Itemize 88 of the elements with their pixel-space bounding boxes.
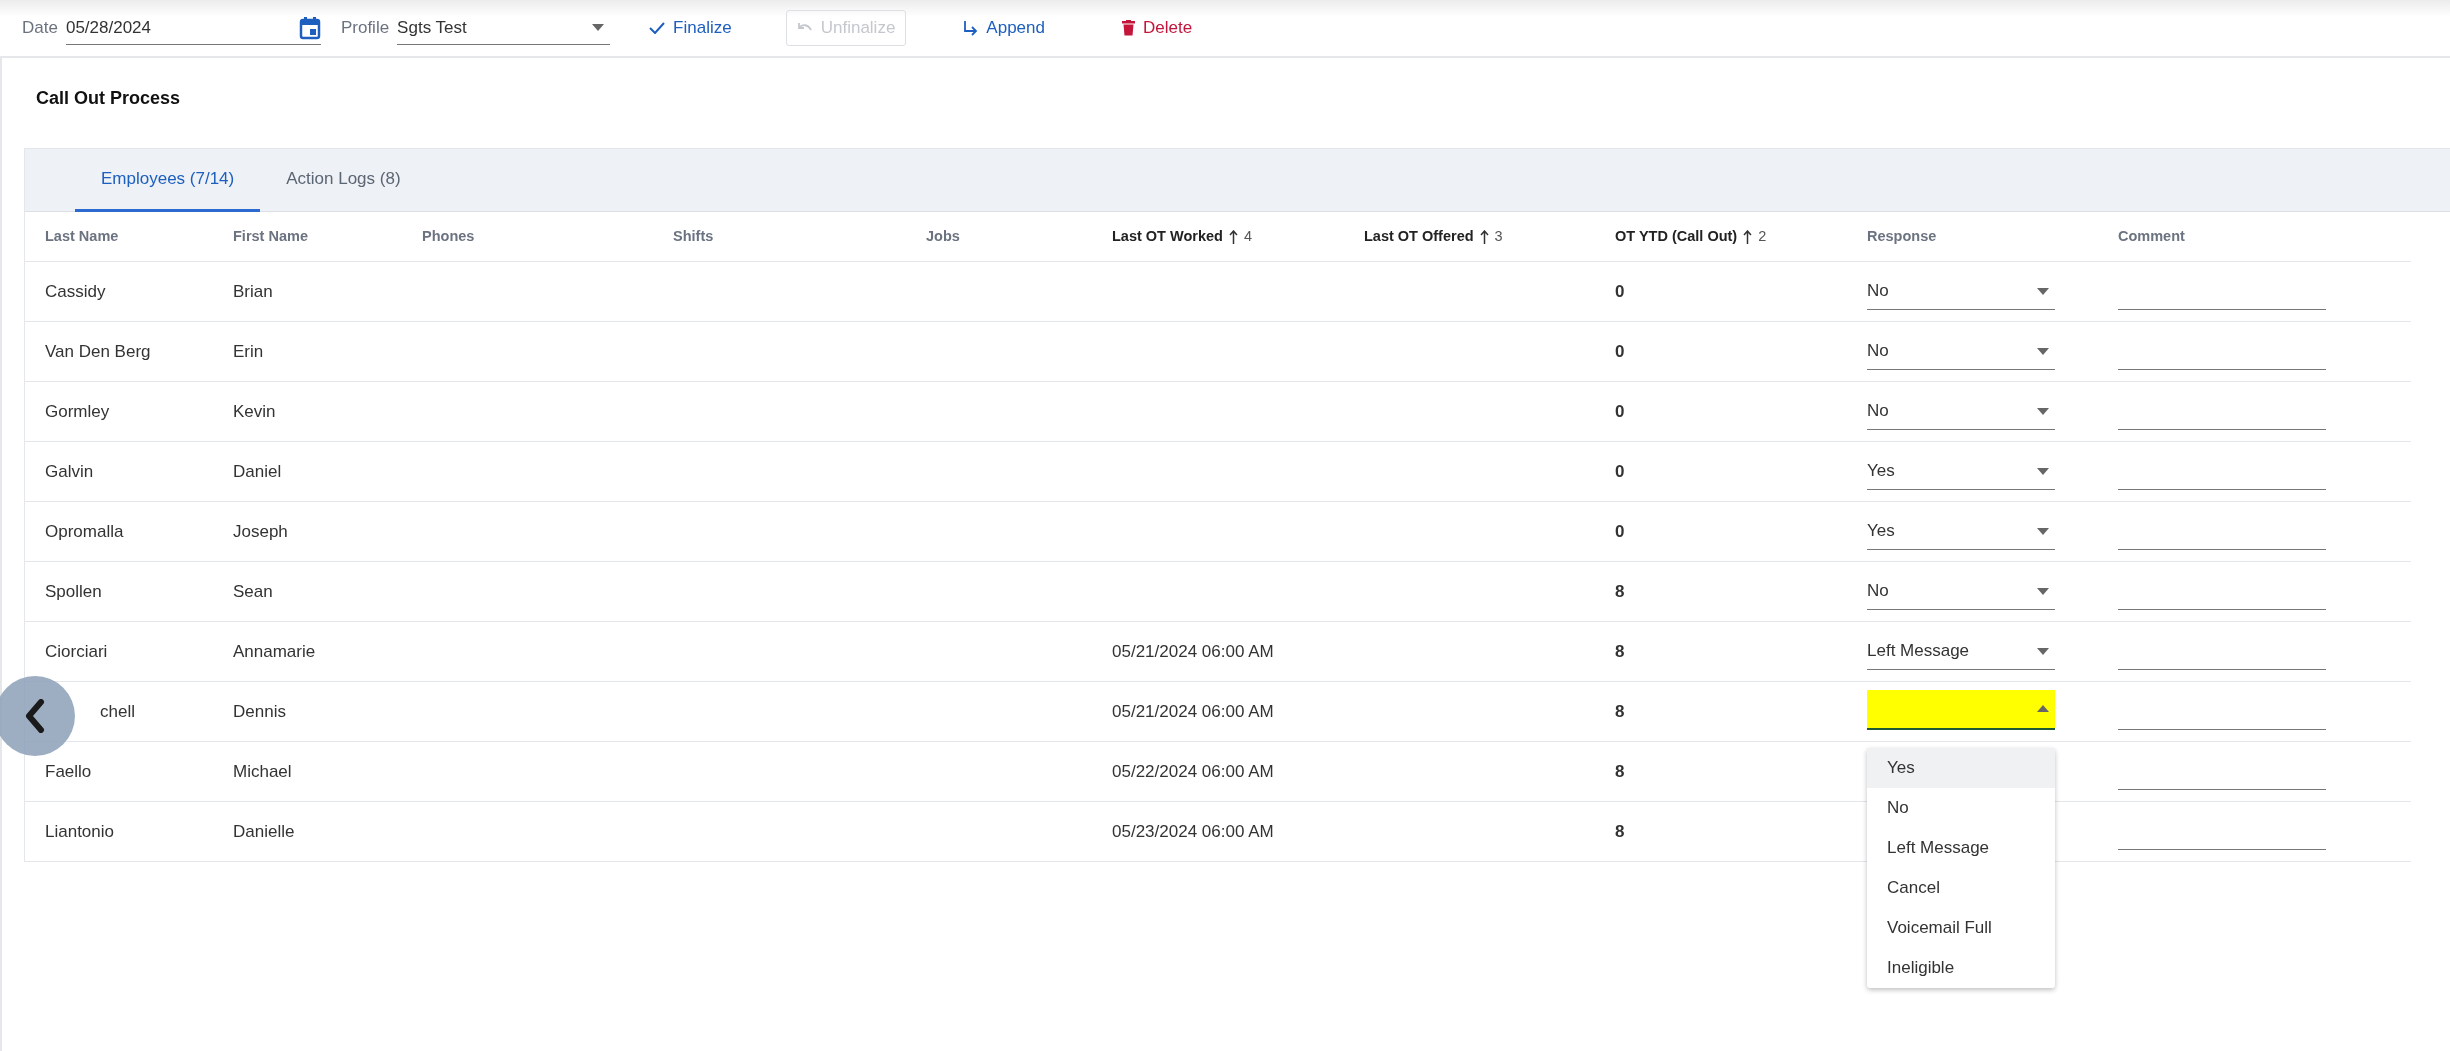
column-header[interactable]: Jobs (926, 225, 960, 248)
page-title: Call Out Process (35, 87, 182, 110)
sort-arrow-icon (1479, 229, 1489, 244)
response-select[interactable]: Left Message (1867, 633, 2055, 670)
last-name: chell (100, 701, 135, 721)
hours-value: 8 (1615, 581, 1625, 601)
menu-option[interactable]: Voicemail Full (1867, 907, 2055, 948)
date-label: Date (22, 17, 58, 40)
caret-icon (2037, 287, 2049, 295)
sort-arrow-icon (1228, 229, 1238, 244)
response-select[interactable]: No (1867, 573, 2055, 610)
column-header[interactable]: Shifts (673, 225, 714, 248)
first-name: Joseph (233, 521, 288, 541)
sort-arrow-icon (1743, 229, 1753, 244)
first-name: Dennis (233, 701, 286, 721)
last-name: Spollen (45, 581, 102, 601)
response-select[interactable]: Yes (1867, 513, 2055, 550)
response-select[interactable] (1867, 689, 2055, 730)
column-header[interactable]: Last OT Offered (1364, 225, 1474, 248)
last-name: Galvin (45, 461, 94, 481)
first-name: Daniel (233, 461, 282, 481)
response-select[interactable]: No (1867, 393, 2055, 430)
caret-icon (2037, 587, 2049, 595)
response-select[interactable]: Yes (1867, 453, 2055, 490)
first-name: Erin (233, 341, 264, 361)
chevron-left-icon (25, 699, 45, 733)
column-header[interactable]: First Name (233, 225, 308, 248)
last-name: Opromalla (45, 521, 124, 541)
sort-rank: 4 (1243, 226, 1252, 246)
hours-value: 0 (1615, 281, 1625, 301)
menu-option[interactable]: No (1867, 787, 2055, 828)
check-icon (649, 22, 666, 34)
trash-icon (1122, 20, 1135, 36)
date-time: 05/23/2024 06:00 AM (1112, 821, 1274, 841)
column-header[interactable]: Response (1867, 225, 1937, 248)
first-name: Michael (233, 761, 292, 781)
column-header[interactable]: OT YTD (Call Out) (1615, 225, 1738, 248)
caret-icon (2037, 407, 2049, 415)
hours-value: 0 (1615, 461, 1625, 481)
menu-option[interactable]: Cancel (1867, 867, 2055, 908)
caret-icon (2037, 347, 2049, 355)
first-name: Sean (233, 581, 273, 601)
column-header[interactable]: Last OT Worked (1112, 225, 1223, 248)
last-name: Van Den Berg (45, 341, 151, 361)
first-name: Kevin (233, 401, 276, 421)
date-time: 05/21/2024 06:00 AM (1112, 701, 1274, 721)
hours-value: 0 (1615, 341, 1625, 361)
sort-rank: 2 (1758, 226, 1767, 246)
caret-icon (2037, 647, 2049, 655)
hours-value: 8 (1615, 821, 1625, 841)
column-header[interactable]: Comment (2118, 225, 2185, 248)
caret-up-icon (2037, 705, 2049, 712)
caret-icon (2037, 467, 2049, 475)
last-name: Gormley (45, 401, 110, 421)
caret-icon (2037, 527, 2049, 535)
response-select[interactable]: No (1867, 333, 2055, 370)
menu-option[interactable]: Left Message (1867, 827, 2055, 868)
first-name: Annamarie (233, 641, 316, 661)
calendar-icon[interactable] (298, 15, 321, 40)
date-time: 05/21/2024 06:00 AM (1112, 641, 1274, 661)
tab[interactable]: Action Logs (8) (260, 149, 427, 212)
tab[interactable]: Employees (7/14) (75, 149, 261, 212)
sort-rank: 3 (1494, 226, 1503, 246)
first-name: Brian (233, 281, 273, 301)
last-name: Cassidy (45, 281, 106, 301)
hours-value: 0 (1615, 401, 1625, 421)
last-name: Liantonio (45, 821, 114, 841)
hours-value: 8 (1615, 701, 1625, 721)
return-arrow-icon (962, 20, 979, 36)
hours-value: 8 (1615, 761, 1625, 781)
caret-icon (592, 24, 605, 31)
hours-value: 0 (1615, 521, 1625, 541)
profile-label: Profile (340, 17, 390, 40)
last-name: Faello (45, 761, 92, 781)
last-name: Ciorciari (45, 641, 108, 661)
finalize-button[interactable]: Finalize (638, 10, 743, 46)
profile-select[interactable]: Sgts Test (397, 11, 611, 45)
append-button[interactable]: Append (951, 10, 1056, 46)
response-select[interactable]: No (1867, 273, 2055, 310)
first-name: Danielle (233, 821, 295, 841)
menu-option[interactable]: Ineligible (1867, 947, 2055, 988)
date-field[interactable]: 05/28/2024 (65, 11, 321, 45)
menu-option[interactable]: Yes (1867, 747, 2055, 788)
column-header[interactable]: Phones (422, 225, 475, 248)
hours-value: 8 (1615, 641, 1625, 661)
column-header[interactable]: Last Name (45, 225, 119, 248)
delete-button[interactable]: Delete (1111, 10, 1204, 46)
date-time: 05/22/2024 06:00 AM (1112, 761, 1274, 781)
